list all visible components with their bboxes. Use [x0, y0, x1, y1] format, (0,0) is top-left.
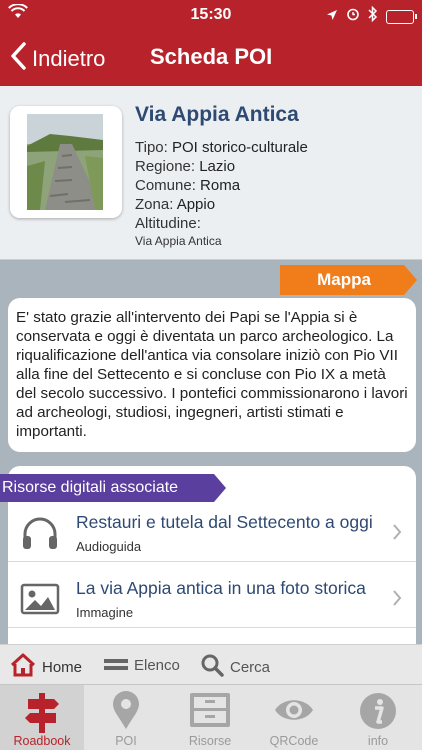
tab-home[interactable]: Home	[10, 653, 82, 681]
tab-cerca-label: Cerca	[230, 658, 271, 676]
detail-regione: Regione: Lazio	[135, 158, 236, 175]
poi-description: E' stato grazie all'intervento dei Papi …	[8, 298, 416, 452]
tab-info[interactable]: info	[336, 685, 420, 750]
signpost-icon	[0, 691, 84, 733]
detail-tipo: Tipo: POI storico-culturale	[135, 139, 308, 156]
chevron-right-icon	[392, 524, 402, 545]
resource-title: La via Appia antica in una foto storica	[76, 578, 366, 598]
poi-title: Via Appia Antica	[135, 103, 299, 126]
search-icon	[200, 653, 230, 681]
headphones-icon	[20, 516, 60, 555]
chevron-right-icon	[392, 590, 402, 611]
poi-details: Tipo: POI storico-culturale Regione: Laz…	[135, 138, 308, 233]
detail-comune: Comune: Roma	[135, 177, 241, 194]
back-button[interactable]: Indietro	[10, 42, 105, 76]
tab-elenco[interactable]: Elenco	[104, 653, 180, 677]
tab-elenco-label: Elenco	[134, 656, 180, 674]
battery-icon	[386, 9, 417, 24]
home-icon	[10, 653, 42, 681]
tab-risorse-label: Risorse	[188, 734, 232, 748]
tab-poi[interactable]: POI	[84, 685, 168, 750]
tab-bar: Roadbook POI Risorse QRCode info	[0, 684, 422, 750]
resources-header-label: Risorse digitali associate	[2, 479, 179, 496]
nav-bar: Indietro Scheda POI	[0, 30, 422, 86]
alarm-icon	[346, 7, 360, 26]
back-label: Indietro	[32, 46, 106, 71]
chevron-left-icon	[10, 42, 32, 76]
resource-item-audio[interactable]: Restauri e tutela dal Settecento a oggi …	[8, 504, 416, 562]
poi-thumbnail[interactable]	[10, 106, 122, 218]
resource-item-image[interactable]: La via Appia antica in una foto storica …	[8, 570, 416, 628]
map-button-label: Mappa	[317, 270, 371, 289]
list-icon	[104, 653, 134, 677]
road-photo-image	[10, 106, 122, 218]
image-caption: Via Appia Antica	[135, 234, 222, 248]
page-title: Scheda POI	[150, 44, 273, 69]
eye-icon	[252, 695, 336, 725]
detail-zona: Zona: Appio	[135, 196, 216, 213]
tab-qrcode-label: QRCode	[269, 734, 319, 748]
section-tabs: Home Elenco Cerca	[0, 644, 422, 684]
info-icon	[336, 691, 420, 731]
resource-title: Restauri e tutela dal Settecento a oggi	[76, 512, 373, 532]
tab-risorse[interactable]: Risorse	[168, 685, 252, 750]
tab-info-label: info	[367, 734, 389, 748]
location-arrow-icon	[326, 8, 338, 26]
cabinet-icon	[168, 691, 252, 729]
map-button[interactable]: Mappa	[280, 265, 418, 295]
resource-type: Immagine	[76, 605, 134, 620]
image-icon	[20, 582, 60, 621]
status-bar: 15:30	[0, 0, 422, 30]
tab-roadbook[interactable]: Roadbook	[0, 685, 84, 750]
tab-home-label: Home	[42, 658, 83, 676]
tab-poi-label: POI	[115, 734, 137, 748]
tab-cerca[interactable]: Cerca	[200, 653, 270, 681]
poi-header: Via Appia Antica Tipo: POI storico-cultu…	[0, 86, 422, 260]
resources-header: Risorse digitali associate	[0, 474, 228, 502]
tab-roadbook-label: Roadbook	[13, 734, 71, 748]
detail-altitudine: Altitudine:	[135, 215, 201, 232]
bluetooth-icon	[368, 5, 378, 27]
resource-type: Audioguida	[76, 539, 142, 554]
map-pin-icon	[84, 691, 168, 731]
tab-qrcode[interactable]: QRCode	[252, 685, 336, 750]
